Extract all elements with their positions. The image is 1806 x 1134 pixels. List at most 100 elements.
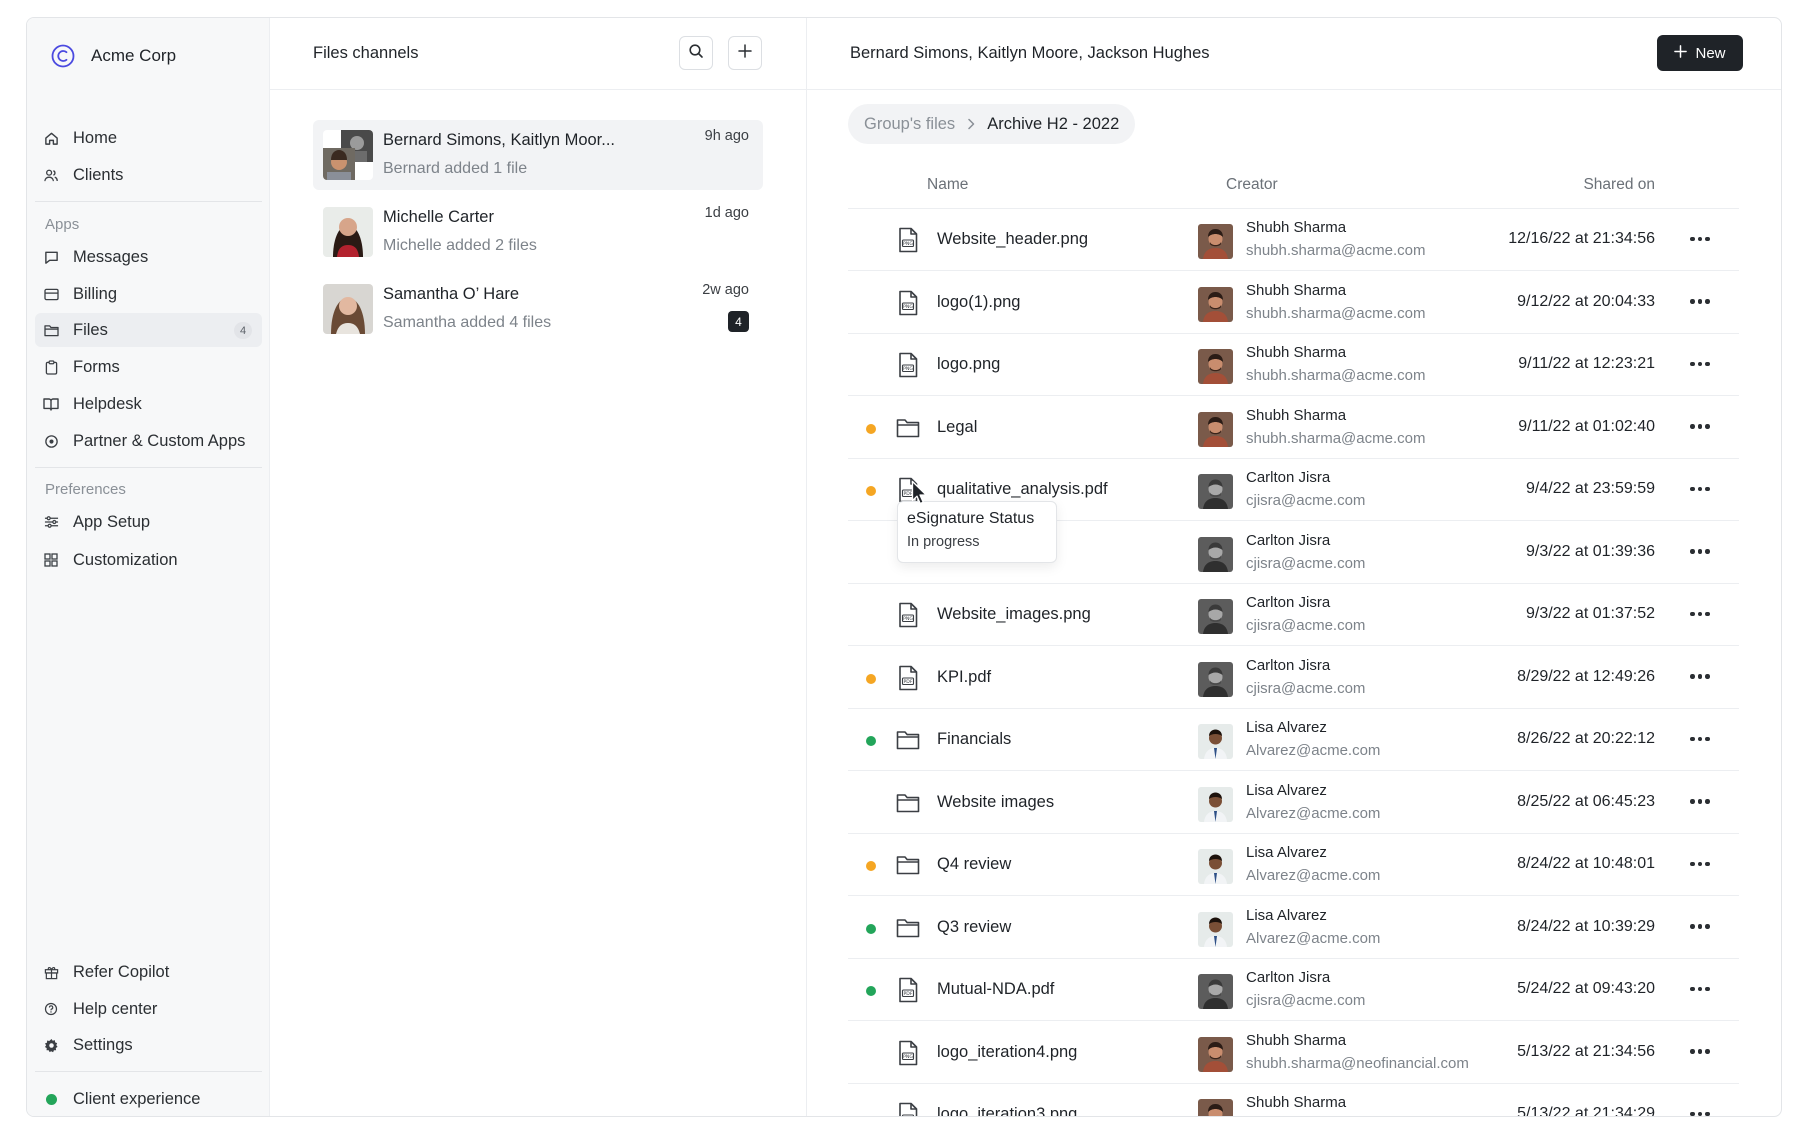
file-name[interactable]: Financials (937, 730, 1011, 749)
more-horizontal-icon (1690, 799, 1710, 804)
column-header-creator[interactable]: Creator (1226, 176, 1278, 194)
file-name[interactable]: Website images (937, 793, 1054, 812)
file-name[interactable]: logo(1).png (937, 293, 1020, 312)
card-icon (43, 286, 59, 302)
search-button[interactable] (679, 36, 713, 70)
sidebar-item-label: Forms (73, 357, 120, 376)
status-online-icon (43, 1091, 59, 1107)
table-row[interactable]: PDF KPI.pdf Carlton Jisra cjisra@acme.com 8/… (848, 647, 1739, 709)
png-file-icon: PNG (896, 602, 920, 628)
sidebar-item-app-setup[interactable]: App Setup (35, 505, 262, 539)
channel-item[interactable]: Samantha O’ Hare Samantha added 4 files … (313, 274, 763, 344)
file-name[interactable]: logo.png (937, 355, 1000, 374)
sidebar-item-refer-copilot[interactable]: Refer Copilot (35, 955, 262, 989)
column-header-shared[interactable]: Shared on (1583, 176, 1655, 194)
esignature-status-dot[interactable] (866, 423, 876, 434)
more-options-button[interactable] (1687, 479, 1713, 499)
esignature-status-dot[interactable] (866, 861, 876, 871)
breadcrumb-root[interactable]: Group's files (864, 115, 955, 134)
sidebar-item-clients[interactable]: Clients (35, 158, 262, 192)
table-row[interactable]: Legal Shubh Sharma shubh.sharma@acme.com 9/… (848, 397, 1739, 459)
mouse-cursor-icon (911, 480, 927, 505)
sidebar-item-settings[interactable]: Settings (35, 1028, 262, 1062)
esignature-status-dot[interactable] (866, 986, 876, 996)
more-options-button[interactable] (1687, 292, 1713, 312)
channel-activity: Bernard added 1 file (383, 160, 528, 177)
sidebar-item-billing[interactable]: Billing (35, 277, 262, 311)
file-name[interactable]: logo_iteration3.png (937, 1105, 1077, 1116)
sidebar-item-helpdesk[interactable]: Helpdesk (35, 387, 262, 421)
table-row[interactable]: PNG Website_images.png Carlton Jisra cjisra… (848, 584, 1739, 646)
table-row[interactable]: Q4 review Lisa Alvarez Alvarez@acme.com 8/2… (848, 834, 1739, 896)
more-options-button[interactable] (1687, 854, 1713, 874)
file-name[interactable]: qualitative_analysis.pdf (937, 480, 1108, 499)
workspace-name: Acme Corp (91, 46, 177, 65)
file-name[interactable]: Q3 review (937, 918, 1011, 937)
table-row[interactable]: PNG logo_iteration4.png Shubh Sharma shubh.… (848, 1022, 1739, 1084)
png-file-icon: PNG (896, 227, 920, 253)
channel-name: Michelle Carter (383, 208, 494, 226)
more-options-button[interactable] (1687, 354, 1713, 374)
esignature-status-dot[interactable] (866, 923, 876, 934)
column-header-name[interactable]: Name (927, 176, 968, 194)
more-options-button[interactable] (1687, 417, 1713, 437)
folder-icon (896, 727, 920, 753)
table-row[interactable]: PNG logo_iteration3.png Shubh Sharma 5/13/2… (848, 1084, 1739, 1116)
sidebar-item-forms[interactable]: Forms (35, 350, 262, 384)
workspace-switcher[interactable]: Acme Corp (47, 36, 176, 76)
contact-avatar (323, 284, 373, 334)
table-row[interactable]: Financials Lisa Alvarez Alvarez@acme.com 8/… (848, 709, 1739, 771)
more-options-button[interactable] (1687, 604, 1713, 624)
file-name[interactable]: KPI.pdf (937, 668, 991, 687)
file-name[interactable]: Mutual-NDA.pdf (937, 980, 1054, 999)
esignature-status-dot[interactable] (866, 736, 876, 746)
more-horizontal-icon (1690, 1049, 1710, 1054)
message-icon (43, 249, 59, 265)
more-options-button[interactable] (1687, 1042, 1713, 1062)
more-options-button[interactable] (1687, 979, 1713, 999)
more-options-button[interactable] (1687, 229, 1713, 249)
channel-item[interactable]: Michelle Carter Michelle added 2 files 1… (313, 197, 763, 267)
table-row[interactable]: PNG logo(1).png Shubh Sharma shubh.sharma@a… (848, 272, 1739, 334)
file-name[interactable]: Legal (937, 418, 977, 437)
more-options-button[interactable] (1687, 667, 1713, 687)
file-name[interactable]: Website_images.png (937, 605, 1091, 624)
esignature-status-dot[interactable] (866, 673, 876, 684)
esignature-status-dot[interactable] (866, 486, 876, 496)
sidebar-item-home[interactable]: Home (35, 121, 262, 155)
creator-name: Shubh Sharma (1246, 406, 1347, 424)
table-row[interactable]: PNG logo.png Shubh Sharma shubh.sharma@acme… (848, 334, 1739, 396)
breadcrumb: Group's files Archive H2 - 2022 (848, 104, 1136, 144)
file-name[interactable]: logo_iteration4.png (937, 1043, 1077, 1062)
client-experience-toggle[interactable]: Client experience (35, 1082, 262, 1116)
more-options-button[interactable] (1687, 792, 1713, 812)
new-button[interactable]: New (1657, 35, 1743, 71)
table-row[interactable]: Q3 review Lisa Alvarez Alvarez@acme.com 8/2… (848, 897, 1739, 959)
creator-avatar (1198, 1099, 1233, 1116)
add-channel-button[interactable] (728, 36, 762, 70)
creator-email: Alvarez@acme.com (1246, 804, 1381, 822)
sidebar-item-partner-apps[interactable]: Partner & Custom Apps (35, 424, 262, 458)
creator-email: cjisra@acme.com (1246, 992, 1366, 1009)
more-options-button[interactable] (1687, 729, 1713, 749)
sliders-icon (43, 514, 59, 530)
sidebar-item-help-center[interactable]: Help center (35, 992, 262, 1026)
creator-name: Shubh Sharma (1246, 1094, 1347, 1111)
channel-time: 2w ago (702, 282, 749, 298)
sidebar-item-customization[interactable]: Customization (35, 543, 262, 577)
gear-icon (43, 1037, 59, 1053)
sidebar-item-messages[interactable]: Messages (35, 240, 262, 274)
table-row[interactable]: PDF Mutual-NDA.pdf Carlton Jisra cjisra@acm… (848, 959, 1739, 1021)
more-options-button[interactable] (1687, 1104, 1713, 1116)
table-row[interactable]: PNG Website_header.png Shubh Sharma shubh.s… (848, 209, 1739, 271)
shared-on: 8/25/22 at 06:45:23 (1517, 792, 1655, 810)
channel-item[interactable]: Bernard Simons, Kaitlyn Moor... Bernard … (313, 120, 763, 190)
file-name[interactable]: Q4 review (937, 855, 1011, 874)
more-options-button[interactable] (1687, 917, 1713, 937)
file-name[interactable]: Website_header.png (937, 230, 1088, 249)
more-options-button[interactable] (1687, 542, 1713, 562)
pdf-file-icon: PDF (896, 665, 920, 691)
more-horizontal-icon (1690, 424, 1710, 429)
sidebar-item-files[interactable]: Files 4 (35, 313, 262, 347)
table-row[interactable]: Website images Lisa Alvarez Alvarez@acme.c… (848, 772, 1739, 834)
